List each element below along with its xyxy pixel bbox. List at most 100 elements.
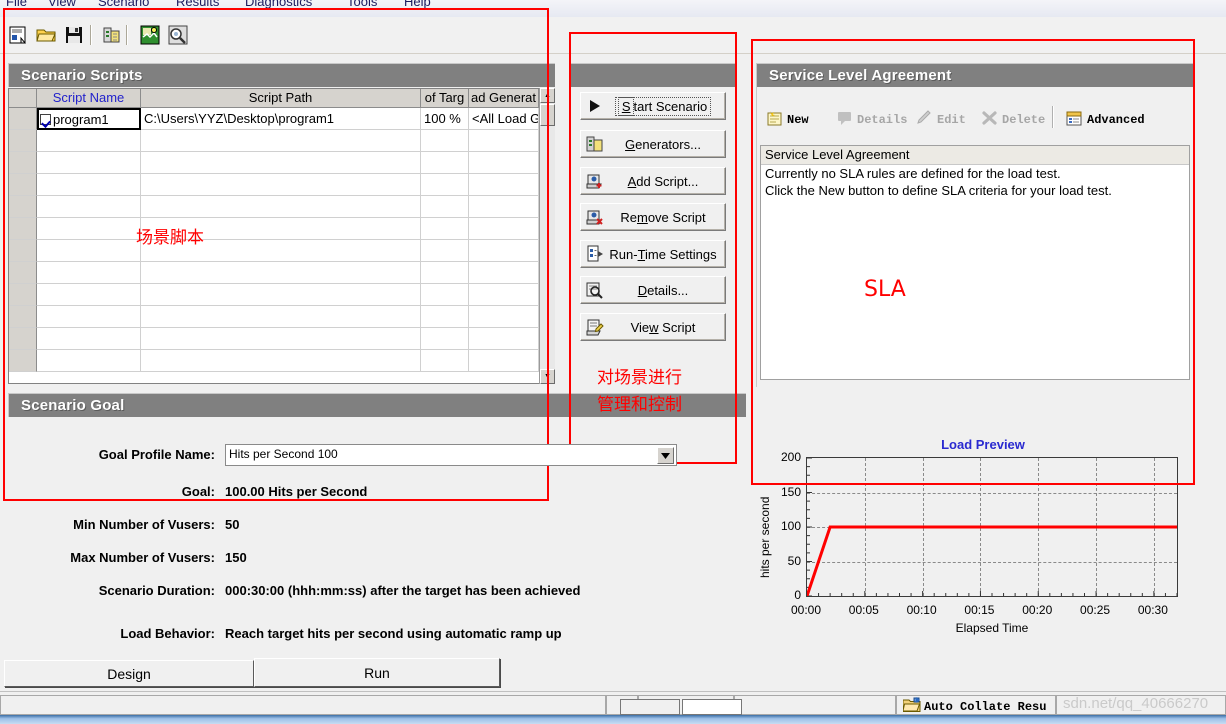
empty-cell[interactable] (421, 350, 469, 372)
empty-cell[interactable] (421, 284, 469, 306)
taskbar-item-2[interactable] (682, 699, 742, 715)
table-row[interactable] (9, 262, 554, 284)
table-row[interactable] (9, 240, 554, 262)
menu-item-view[interactable]: View (48, 0, 76, 9)
row-index-cell[interactable] (9, 108, 37, 130)
scenario-groups-icon[interactable] (138, 23, 162, 47)
empty-cell[interactable] (469, 130, 539, 152)
empty-cell[interactable] (141, 152, 421, 174)
empty-cell[interactable] (141, 350, 421, 372)
sla-rules-listbox[interactable]: Service Level Agreement Currently no SLA… (760, 145, 1190, 380)
row-index-cell[interactable] (9, 350, 37, 372)
scrollbar-thumb[interactable] (540, 104, 555, 126)
menu-item-scenario[interactable]: Scenario (98, 0, 149, 9)
table-row[interactable] (9, 284, 554, 306)
empty-cell[interactable] (469, 152, 539, 174)
table-row[interactable] (9, 218, 554, 240)
column-header-script-path[interactable]: Script Path (141, 89, 421, 108)
empty-cell[interactable] (37, 262, 141, 284)
scripts-grid-scrollbar[interactable]: ▲ ▼ (539, 88, 555, 384)
chevron-down-icon[interactable] (657, 447, 674, 464)
table-row[interactable] (9, 306, 554, 328)
empty-cell[interactable] (469, 240, 539, 262)
load-generators-icon[interactable] (100, 23, 124, 47)
empty-cell[interactable] (37, 152, 141, 174)
add-script-button[interactable]: Add Script... (580, 167, 726, 195)
menu-item-help[interactable]: Help (404, 0, 431, 9)
taskbar-item-1[interactable] (620, 699, 680, 715)
empty-cell[interactable] (141, 328, 421, 350)
scenario-scripts-grid[interactable]: Script Name Script Path of Targ ad Gener… (8, 88, 555, 384)
column-header-percent-target[interactable]: of Targ (421, 89, 469, 108)
empty-cell[interactable] (421, 218, 469, 240)
empty-cell[interactable] (469, 196, 539, 218)
empty-cell[interactable] (37, 284, 141, 306)
row-index-cell[interactable] (9, 328, 37, 350)
empty-cell[interactable] (421, 152, 469, 174)
empty-cell[interactable] (421, 328, 469, 350)
row-index-cell[interactable] (9, 196, 37, 218)
run-time-settings-button[interactable]: Run-Time Settings (580, 240, 726, 268)
empty-cell[interactable] (469, 218, 539, 240)
row-index-cell[interactable] (9, 240, 37, 262)
empty-cell[interactable] (141, 174, 421, 196)
empty-cell[interactable] (37, 218, 141, 240)
scroll-up-icon[interactable]: ▲ (540, 88, 555, 103)
sla-advanced-button[interactable]: Advanced (1064, 108, 1153, 132)
empty-cell[interactable] (37, 306, 141, 328)
details-button[interactable]: Details... (580, 276, 726, 304)
empty-cell[interactable] (37, 240, 141, 262)
table-row[interactable] (9, 152, 554, 174)
table-row[interactable] (9, 130, 554, 152)
empty-cell[interactable] (37, 130, 141, 152)
goal-profile-input[interactable]: Hits per Second 100 (225, 444, 570, 466)
table-row[interactable]: program1 C:\Users\YYZ\Desktop\program1 1… (9, 108, 554, 130)
column-header-script-name[interactable]: Script Name (37, 89, 141, 108)
empty-cell[interactable] (469, 306, 539, 328)
script-path-cell[interactable]: C:\Users\YYZ\Desktop\program1 (141, 108, 421, 130)
table-row[interactable] (9, 328, 554, 350)
menu-item-results[interactable]: Results (176, 0, 219, 9)
empty-cell[interactable] (469, 328, 539, 350)
empty-cell[interactable] (141, 284, 421, 306)
menu-item-tools[interactable]: Tools (347, 0, 377, 9)
sla-new-button[interactable]: New (764, 108, 817, 132)
goal-profile-combobox[interactable] (570, 444, 677, 466)
remove-script-button[interactable]: Remove Script (580, 203, 726, 231)
row-index-cell[interactable] (9, 262, 37, 284)
row-index-cell[interactable] (9, 306, 37, 328)
menu-item-diagnostics[interactable]: Diagnostics (245, 0, 312, 9)
row-index-cell[interactable] (9, 218, 37, 240)
generators-button[interactable]: Generators... (580, 130, 726, 158)
scroll-down-icon[interactable]: ▼ (540, 369, 555, 384)
empty-cell[interactable] (141, 196, 421, 218)
row-index-cell[interactable] (9, 284, 37, 306)
tab-run[interactable]: Run (254, 658, 500, 687)
empty-cell[interactable] (141, 262, 421, 284)
view-script-button[interactable]: View Script (580, 313, 726, 341)
save-scenario-icon[interactable] (62, 23, 86, 47)
empty-cell[interactable] (421, 240, 469, 262)
empty-cell[interactable] (421, 306, 469, 328)
script-name-cell[interactable]: program1 (37, 108, 141, 130)
empty-cell[interactable] (469, 350, 539, 372)
column-header-load-generators[interactable]: ad Generat (469, 89, 539, 108)
row-index-cell[interactable] (9, 152, 37, 174)
column-header-index[interactable] (9, 89, 37, 108)
tab-design[interactable]: Design (4, 660, 254, 687)
empty-cell[interactable] (421, 130, 469, 152)
empty-cell[interactable] (469, 262, 539, 284)
script-enabled-checkbox[interactable] (40, 113, 51, 125)
empty-cell[interactable] (421, 174, 469, 196)
table-row[interactable] (9, 174, 554, 196)
empty-cell[interactable] (141, 130, 421, 152)
table-row[interactable] (9, 196, 554, 218)
empty-cell[interactable] (37, 328, 141, 350)
row-index-cell[interactable] (9, 130, 37, 152)
load-generators-cell[interactable]: <All Load G (469, 108, 539, 130)
empty-cell[interactable] (141, 306, 421, 328)
empty-cell[interactable] (421, 196, 469, 218)
empty-cell[interactable] (421, 262, 469, 284)
open-scenario-icon[interactable] (34, 23, 58, 47)
empty-cell[interactable] (37, 350, 141, 372)
